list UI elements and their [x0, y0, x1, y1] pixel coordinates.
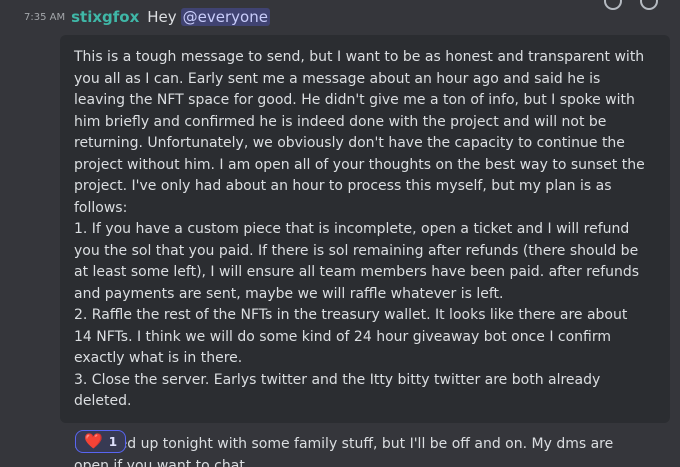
- message-header: 7:35 AM stixgfox Hey @everyone: [0, 6, 270, 28]
- reaction-count: 1: [108, 434, 118, 449]
- message-timestamp: 7:35 AM: [24, 11, 66, 23]
- heart-reaction-button[interactable]: ❤️ 1: [75, 430, 127, 453]
- everyone-mention[interactable]: @everyone: [180, 8, 270, 26]
- message-view: 7:35 AM stixgfox Hey @everyone This is a…: [0, 0, 680, 467]
- toolbar-icon[interactable]: [604, 0, 622, 10]
- heart-icon: ❤️: [84, 432, 103, 450]
- message-header-text: Hey: [147, 8, 177, 26]
- author-username[interactable]: stixgfox: [71, 8, 139, 26]
- message-body: This is a tough message to send, but I w…: [74, 49, 645, 467]
- message-embed: This is a tough message to send, but I w…: [60, 35, 670, 467]
- toolbar-icon[interactable]: [640, 0, 658, 10]
- message-toolbar: [604, 0, 658, 10]
